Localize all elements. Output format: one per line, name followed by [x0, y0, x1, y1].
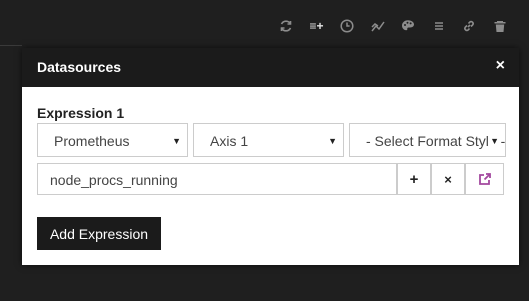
axis-select[interactable]: Axis 1 ▼ [193, 123, 344, 157]
menu-icon[interactable] [429, 17, 449, 35]
palette-icon[interactable] [398, 17, 418, 35]
datasources-modal: Datasources × Expression 1 Prometheus ▼ … [22, 48, 519, 265]
caret-down-icon: ▼ [170, 136, 181, 146]
expression-title: Expression 1 [37, 105, 125, 121]
caret-down-icon: ▼ [326, 136, 337, 146]
clock-icon[interactable] [337, 17, 357, 35]
open-external-button[interactable] [465, 163, 504, 195]
toolbar-divider [0, 45, 22, 46]
add-series-button[interactable]: + [397, 163, 431, 195]
axis-select-value: Axis 1 [210, 133, 249, 149]
add-list-icon[interactable]: ≡+ [307, 17, 327, 35]
refresh-icon[interactable] [276, 17, 296, 35]
dashboard-toolbar: ≡+ [0, 0, 529, 48]
toolbar-icons: ≡+ [276, 17, 520, 35]
link-icon[interactable] [459, 17, 479, 35]
caret-down-icon: ▼ [488, 136, 499, 146]
format-style-select[interactable]: - Select Format Style - ▼ [349, 123, 506, 157]
modal-title: Datasources [37, 59, 122, 75]
modal-header: Datasources × [22, 48, 519, 87]
format-style-select-value: - Select Format Style - [366, 133, 506, 149]
close-icon[interactable]: × [496, 58, 505, 74]
query-input-value: node_procs_running [50, 172, 178, 188]
trash-icon[interactable] [490, 17, 510, 35]
line-chart-icon[interactable] [368, 17, 388, 35]
add-expression-button[interactable]: Add Expression [37, 217, 161, 250]
datasource-select[interactable]: Prometheus ▼ [37, 123, 188, 157]
query-input[interactable]: node_procs_running [37, 163, 397, 195]
datasource-select-value: Prometheus [54, 133, 130, 149]
remove-expression-button[interactable]: × [431, 163, 465, 195]
external-link-icon [478, 173, 491, 185]
